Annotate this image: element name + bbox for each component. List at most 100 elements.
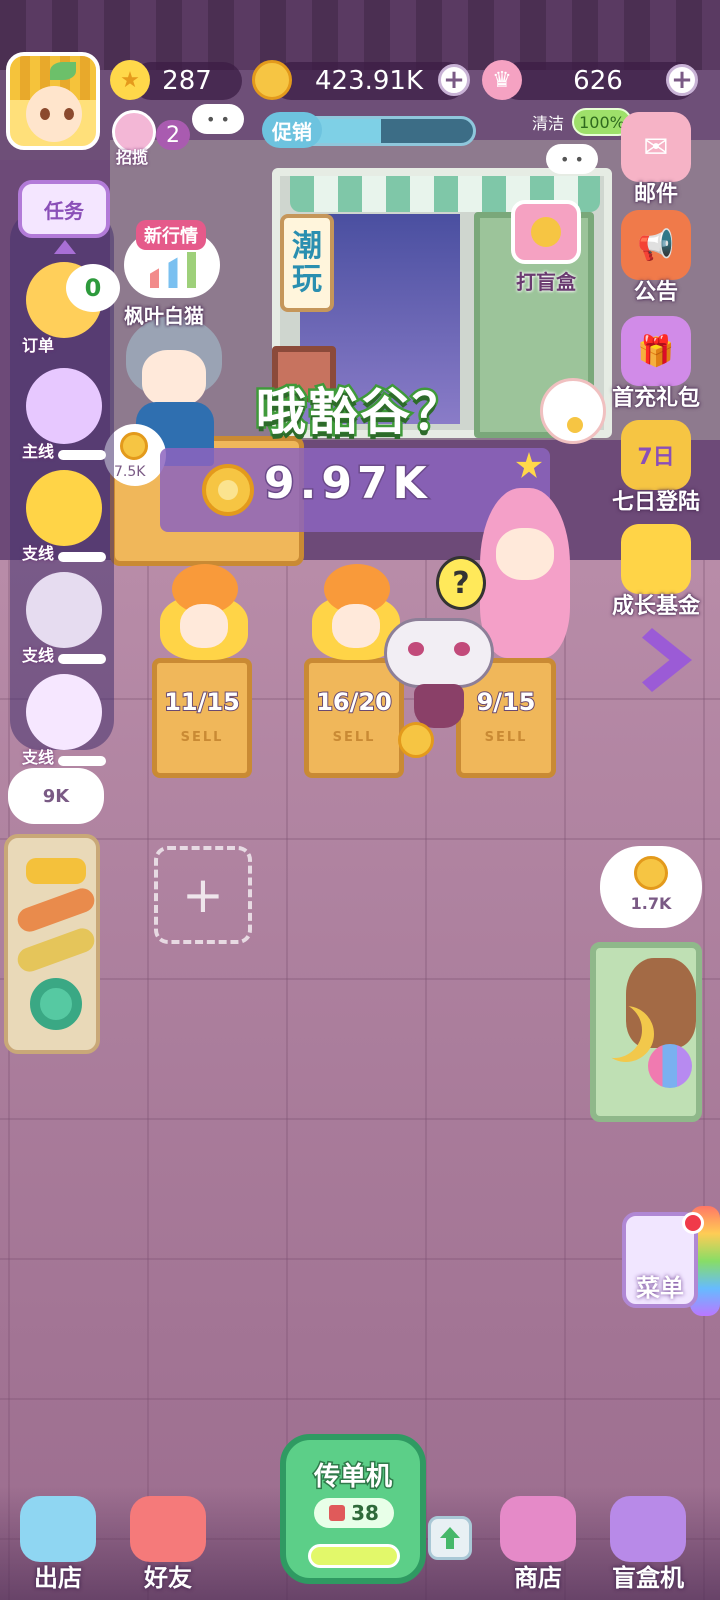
star-icon: ★: [110, 60, 150, 100]
order-tag: 订单: [22, 336, 55, 355]
tasks-label: 任务: [44, 198, 84, 223]
coins-value: 423.91K: [314, 66, 424, 96]
tasks-button[interactable]: 任务: [18, 180, 110, 238]
stars-value: 287: [162, 66, 212, 96]
shop-sign-char-2: 玩: [292, 262, 322, 297]
blind-box-label: 打盲盒: [516, 270, 576, 294]
gift-shelf-coin-bubble[interactable]: 9K: [8, 768, 104, 824]
toy-shelf-coin-value: 1.7K: [630, 894, 672, 913]
open-blind-box-button[interactable]: 打盲盒: [500, 200, 592, 300]
seven-day-label: 七日登陆: [611, 490, 700, 515]
toy-shelf-coin-bubble[interactable]: 1.7K: [600, 846, 702, 928]
recruit-label: 招揽: [116, 148, 149, 167]
leave-shop-button[interactable]: 出店: [12, 1496, 104, 1600]
flyer-machine-button[interactable]: 传单机 38: [280, 1434, 426, 1584]
quest-side-2[interactable]: 支线: [22, 572, 108, 665]
hand-gift-icon: [26, 674, 102, 750]
quest-tag: 支线: [22, 544, 55, 563]
refresh-icon: [26, 572, 102, 648]
flyer-meter: [308, 1544, 400, 1568]
quest-side-1[interactable]: 支线: [22, 470, 108, 563]
friends-label: 好友: [144, 1564, 192, 1592]
quest-progress: [58, 654, 106, 664]
coin-stack-icon: [621, 524, 691, 594]
question-bulb-icon[interactable]: ?: [436, 556, 486, 610]
crown-icon: ♛: [482, 60, 522, 100]
coin-icon: [634, 856, 668, 890]
add-crowns-button[interactable]: +: [666, 64, 698, 96]
mail-label: 邮件: [633, 182, 678, 207]
game-screen: 潮 玩 打盲盒 新行情 枫叶白猫 7.5K 哦豁谷？ 9.97K 11/15 S…: [0, 0, 720, 1600]
lucky-cat-icon[interactable]: [540, 378, 606, 444]
notice-label: 公告: [633, 280, 678, 305]
flyer-count: 38: [351, 1501, 379, 1525]
chat-bubble-icon[interactable]: • •: [546, 144, 598, 174]
store-label: 商店: [514, 1564, 562, 1592]
gift-wrap-shelf[interactable]: [4, 834, 100, 1054]
add-coins-button[interactable]: +: [438, 64, 470, 96]
blind-box-icon: [511, 200, 581, 264]
cat-doll-icon: [26, 470, 102, 546]
stall-sell-label: SELL: [180, 730, 224, 745]
toy-shelf[interactable]: [590, 942, 702, 1122]
income-value: 9.97K: [263, 457, 432, 511]
crowns-value: 626: [573, 66, 623, 96]
mail-button[interactable]: ✉ 邮件: [610, 112, 702, 208]
bar-chart-icon: [150, 252, 196, 288]
flyer-machine-label: 传单机: [312, 1461, 393, 1494]
menu-label: 菜单: [636, 1274, 684, 1302]
quest-tag: 主线: [22, 442, 55, 461]
growth-fund-button[interactable]: 成长基金: [610, 524, 702, 620]
recruit-count: 2: [156, 120, 190, 150]
stall-1[interactable]: 11/15 SELL: [152, 560, 256, 780]
blind-box-machine-button[interactable]: 盲盒机: [602, 1496, 694, 1600]
seven-day-login-button[interactable]: 7日 七日登陆: [610, 420, 702, 516]
market-trend-name: 枫叶白猫: [124, 304, 204, 328]
shop-sign: 潮 玩: [280, 214, 334, 312]
gift-shelf-coin-value: 9K: [42, 785, 70, 807]
friends-button[interactable]: 好友: [122, 1496, 214, 1600]
balloon-icon: [20, 1496, 96, 1562]
notice-button[interactable]: 📢 公告: [610, 210, 702, 306]
quest-side-3[interactable]: 支线: [22, 674, 108, 767]
income-coin-icon: [202, 464, 254, 516]
counter-coin-value: 7.5K: [114, 464, 146, 480]
stall-table: [152, 658, 252, 778]
recruit-button[interactable]: 2 招揽: [112, 110, 192, 167]
stall-sell-label: SELL: [332, 730, 376, 745]
store-button[interactable]: 商店: [492, 1496, 584, 1600]
customer-cloud[interactable]: [384, 618, 494, 728]
quest-main[interactable]: 主线: [22, 368, 108, 461]
heart-friends-icon: [130, 1496, 206, 1562]
quest-tag: 支线: [22, 646, 55, 665]
chat-bubble-icon[interactable]: • •: [192, 104, 244, 134]
first-charge-label: 首充礼包: [611, 386, 700, 411]
flyer-icon: [329, 1505, 346, 1521]
seven-day-icon-text: 7日: [637, 445, 675, 470]
menu-button[interactable]: 菜单: [622, 1212, 704, 1308]
wall-top: [0, 0, 720, 70]
orange-doll-figure: [158, 560, 250, 670]
coin-icon: [120, 432, 148, 460]
shop-name-title: 哦豁谷？: [254, 381, 465, 444]
quest-progress: [58, 552, 106, 562]
quest-progress: [58, 450, 106, 460]
quest-progress: [58, 756, 106, 766]
arrow-up-icon: [440, 1527, 460, 1549]
blind-box-machine-label: 盲盒机: [612, 1564, 684, 1592]
coins-counter: 423.91K: [272, 62, 466, 100]
floor-coin-icon[interactable]: [398, 722, 434, 758]
promo-label: 促销: [262, 112, 322, 148]
first-charge-button[interactable]: 🎁 首充礼包: [610, 316, 702, 412]
stall-stock-count: 11/15: [163, 687, 241, 717]
market-trend-bubble[interactable]: 新行情: [124, 220, 220, 298]
megaphone-icon: 📢: [621, 210, 691, 280]
store-icon: [500, 1496, 576, 1562]
upgrade-button[interactable]: [428, 1516, 472, 1560]
player-avatar[interactable]: [6, 52, 100, 150]
order-count-bubble: 0: [66, 264, 120, 312]
stall-sell-label: SELL: [484, 730, 528, 745]
add-stall-slot[interactable]: +: [154, 846, 252, 944]
coin-icon: [252, 60, 292, 100]
shop-sign-char-1: 潮: [292, 229, 322, 264]
